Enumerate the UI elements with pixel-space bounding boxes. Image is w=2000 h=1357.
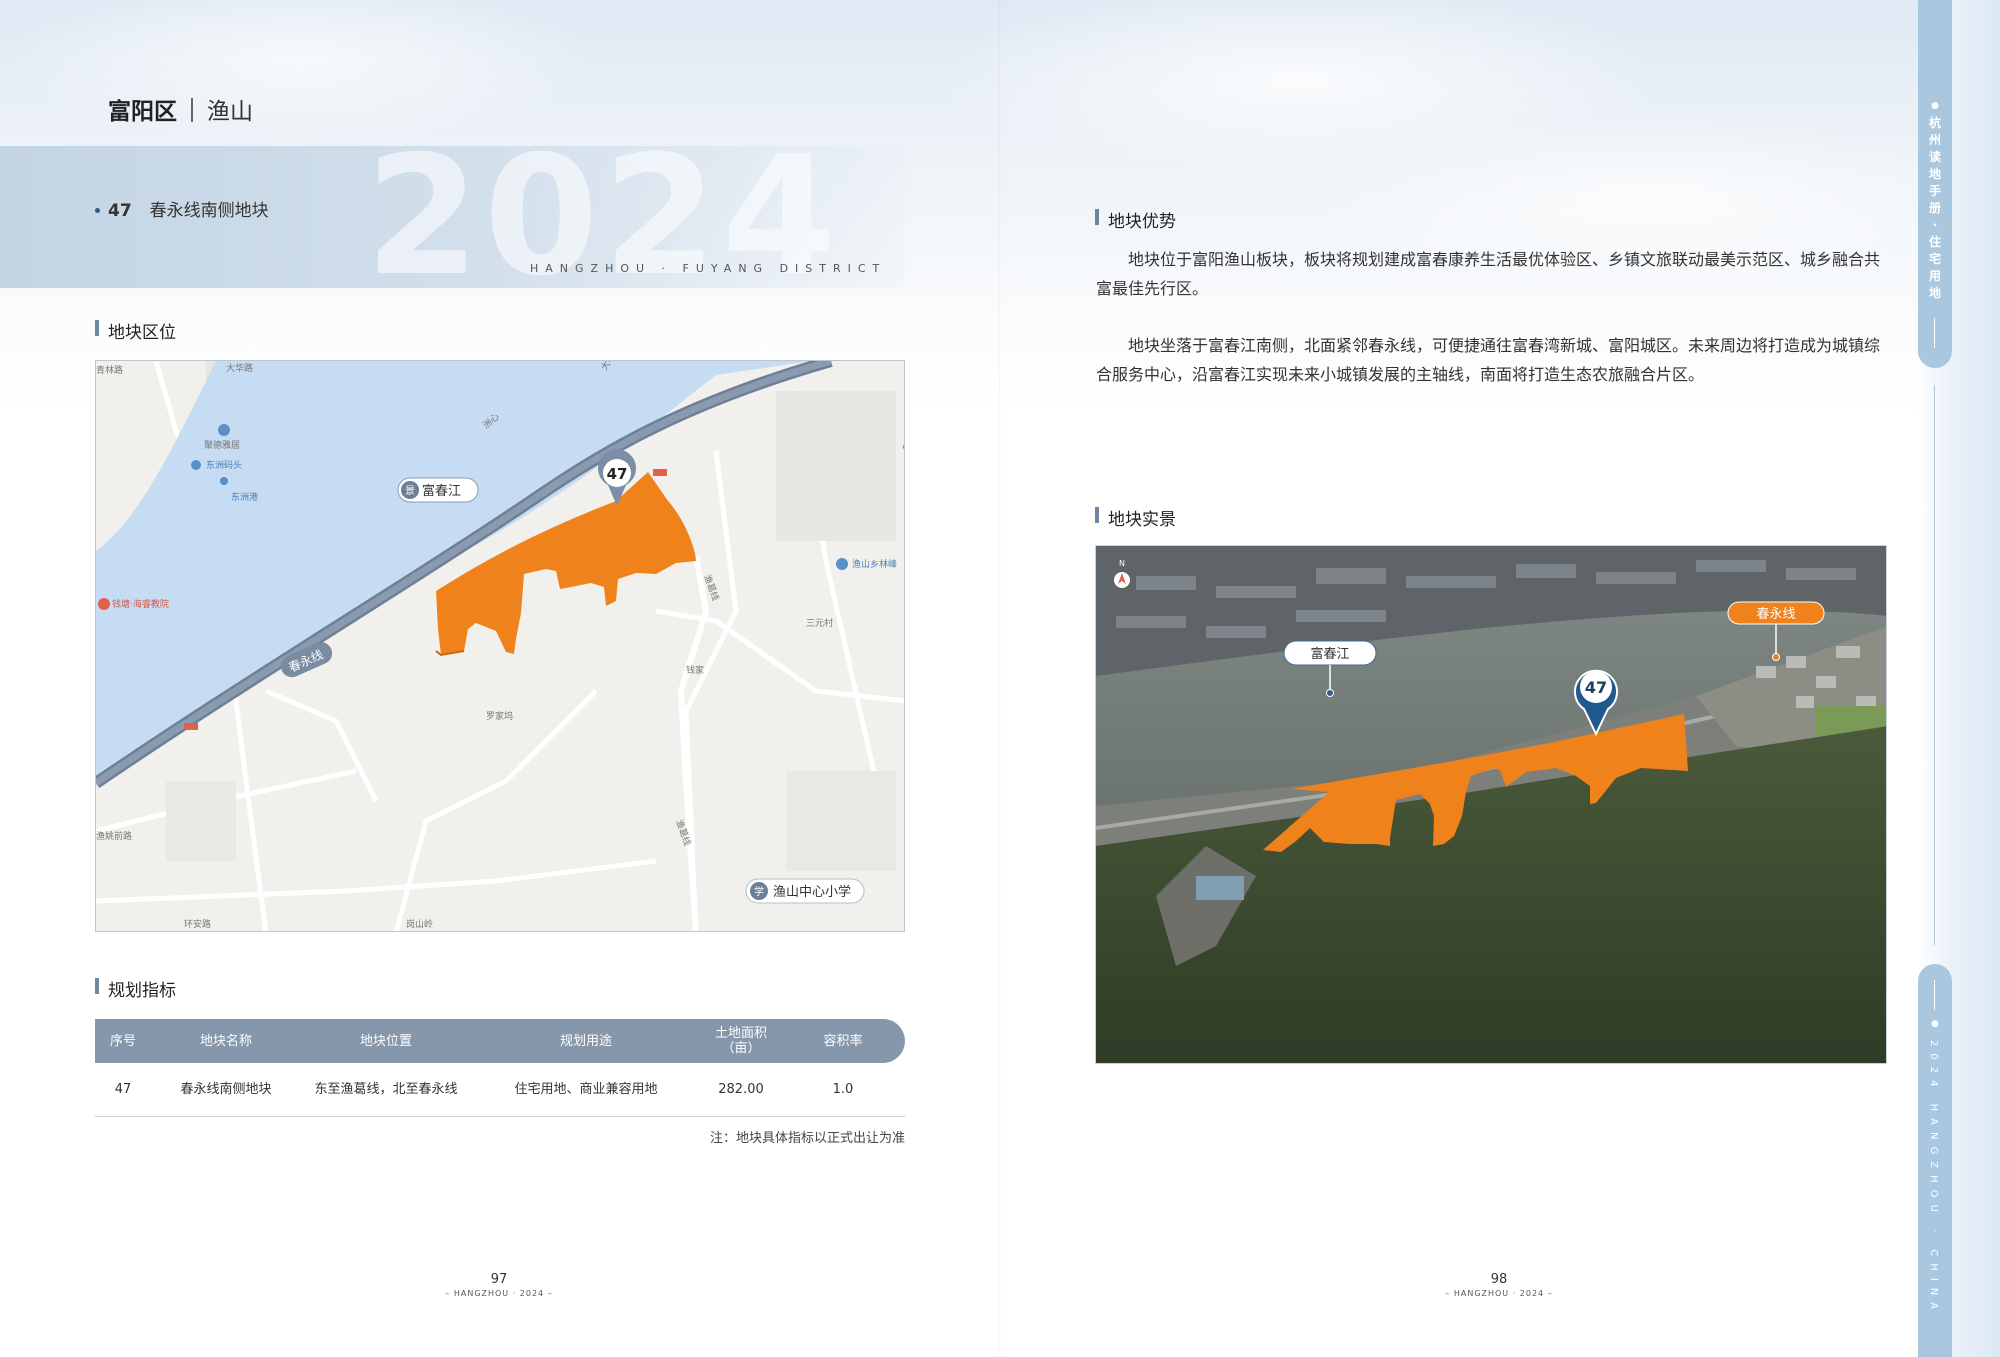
rail-char: 州 xyxy=(1928,133,1941,147)
block-area xyxy=(166,781,236,861)
label-luojiawu: 罗家坞 xyxy=(486,710,513,722)
label-dongzhou-port: 东洲港 xyxy=(231,491,258,503)
label-dongzhou-pier: 东洲码头 xyxy=(206,459,242,471)
block-area xyxy=(786,771,896,871)
col-header-name: 地块名称 xyxy=(199,1033,252,1049)
advantage-heading: 地块优势 xyxy=(1095,207,1176,232)
pier-icon xyxy=(191,460,201,470)
parcel-title: 47 春永线南侧地块 xyxy=(95,196,269,221)
forest-pin-icon xyxy=(836,558,848,570)
col-header-far: 容积率 xyxy=(823,1033,863,1049)
school-pin-icon xyxy=(98,598,110,610)
col-header-index: 序号 xyxy=(109,1033,136,1049)
map-pin-number: 47 xyxy=(607,465,628,483)
cell-name: 春永线南侧地块 xyxy=(180,1082,272,1097)
school-icon-text: 学 xyxy=(754,885,764,898)
advantage-paragraph-1: 地块位于富阳渔山板块，板块将规划建成富春康养生活最优体验区、乡镇文旅联动最美示范… xyxy=(1096,250,1881,298)
road-callout-text: 春永线 xyxy=(1756,607,1795,622)
parcel-name: 春永线南侧地块 xyxy=(149,201,269,221)
cell-location: 东至渔葛线，北至春永线 xyxy=(314,1082,458,1097)
col-header-area-line2: （亩） xyxy=(721,1041,761,1056)
compass-label: N xyxy=(1119,559,1125,568)
rail-char: 手 xyxy=(1928,184,1941,198)
label-yushan-forest: 渔山乡林峰 xyxy=(852,558,897,570)
river-label: 富春江 xyxy=(422,483,461,499)
label-qianjia: 钱家 xyxy=(686,664,704,676)
title-divider xyxy=(191,98,193,122)
poi-marker xyxy=(184,723,198,730)
page-number: 98 xyxy=(1490,1272,1508,1287)
label-shijia: 渔姚前路 xyxy=(96,830,132,842)
label-qiantang-school: 钱塘·海睿教院 xyxy=(112,598,169,610)
rail-top-text: ● 杭 州 读 地 手 册 · 住 宅 用 地 xyxy=(1918,98,1952,302)
col-header-location: 地块位置 xyxy=(359,1033,412,1049)
table-note: 注：地块具体指标以正式出让为准 xyxy=(709,1131,905,1146)
rail-bottom-line xyxy=(1934,980,1935,1010)
rail-dot-icon-bottom: ● xyxy=(1931,1019,1939,1029)
rail-bottom-text: 2024 HANGZHOU · CHINA xyxy=(1928,1040,1939,1317)
subdistrict-name: 渔山 xyxy=(207,99,253,125)
cell-usage: 住宅用地、商业兼容用地 xyxy=(514,1082,658,1097)
label-juhui: 聚德雅居 xyxy=(204,439,240,451)
table-heading: 规划指标 xyxy=(95,976,176,1001)
label-gangshan: 岗山岭 xyxy=(406,918,433,930)
label-sanyuan: 三元村 xyxy=(806,617,833,629)
block-area xyxy=(776,391,896,541)
label-huanan-road: 环安路 xyxy=(184,918,211,930)
scenic-icon-text: 景 xyxy=(405,485,415,497)
cell-index: 47 xyxy=(114,1082,132,1097)
page-fold xyxy=(999,0,1001,1357)
page-number: 97 xyxy=(490,1272,508,1287)
road-callout-dot xyxy=(1772,653,1780,661)
photo-heading: 地块实景 xyxy=(1095,505,1176,530)
col-header-area-line1: 土地面积 xyxy=(714,1026,767,1041)
rail-top-line xyxy=(1934,318,1935,348)
river-callout-text: 富春江 xyxy=(1310,646,1349,662)
rail-char: 地 xyxy=(1928,286,1941,300)
col-header-area: 土地面积 （亩） xyxy=(701,1026,781,1056)
location-map[interactable]: 景 富春江 春永线 47 学 渔山中心小学 聚德雅居 东洲码头 东洲港 钱塘·海… xyxy=(95,360,905,932)
rail-char: 用 xyxy=(1928,269,1941,283)
rail-dot-icon: ● xyxy=(1931,101,1939,111)
rail-char: 地 xyxy=(1928,167,1941,181)
rail-char: 册 xyxy=(1928,201,1941,215)
cell-area: 282.00 xyxy=(718,1082,764,1097)
location-heading: 地块区位 xyxy=(95,318,176,343)
cell-far: 1.0 xyxy=(832,1082,854,1097)
district-caption: HANGZHOU · FUYANG DISTRICT xyxy=(530,262,887,275)
parcel-number: 47 xyxy=(108,201,132,221)
map-svg: 景 富春江 春永线 47 学 渔山中心小学 聚德雅居 东洲码头 东洲港 钱塘·海… xyxy=(96,361,904,931)
year-watermark: 2024 xyxy=(365,120,841,312)
aerial-svg: N 富春江 春永线 47 xyxy=(1096,546,1886,1063)
table-row: 47 春永线南侧地块 东至渔葛线，北至春永线 住宅用地、商业兼容用地 282.0… xyxy=(95,1063,905,1117)
district-title: 富阳区 渔山 xyxy=(108,92,253,126)
page-sub: – HANGZHOU · 2024 – xyxy=(445,1289,553,1298)
col-header-usage: 规划用途 xyxy=(559,1033,612,1049)
bullet-dot-icon xyxy=(95,208,100,213)
rail-divider xyxy=(1934,385,1935,945)
river-callout-dot xyxy=(1326,689,1334,697)
page-number-right: 98 – HANGZHOU · 2024 – xyxy=(1439,1272,1559,1298)
label-qinglin: 青林路 xyxy=(96,364,123,376)
rail-char: · xyxy=(1932,218,1938,232)
rail-char: 住 xyxy=(1928,235,1941,249)
page-sub: – HANGZHOU · 2024 – xyxy=(1445,1289,1553,1298)
district-name: 富阳区 xyxy=(108,99,177,125)
planning-table: 序号 地块名称 地块位置 规划用途 土地面积 （亩） 容积率 47 春永线南侧地… xyxy=(95,1019,905,1117)
port-pin-icon xyxy=(220,477,228,485)
rail-char: 读 xyxy=(1928,150,1941,164)
poi-pin-icon xyxy=(218,424,230,436)
label-top-road: 大华路 xyxy=(226,362,253,374)
factory-roof xyxy=(1196,876,1244,900)
aerial-photo: N 富春江 春永线 47 xyxy=(1095,545,1887,1064)
advantage-paragraph-2: 地块坐落于富春江南侧，北面紧邻春永线，可便捷通往富春湾新城、富阳城区。未来周边将… xyxy=(1096,336,1881,384)
school-label: 渔山中心小学 xyxy=(773,884,851,900)
photo-pin-number: 47 xyxy=(1585,678,1607,697)
page-number-left: 97 – HANGZHOU · 2024 – xyxy=(439,1272,559,1298)
poi-marker xyxy=(653,469,667,476)
rail-char: 杭 xyxy=(1928,116,1941,130)
table-header: 序号 地块名称 地块位置 规划用途 土地面积 （亩） 容积率 xyxy=(95,1019,905,1063)
rail-char: 宅 xyxy=(1928,252,1941,266)
